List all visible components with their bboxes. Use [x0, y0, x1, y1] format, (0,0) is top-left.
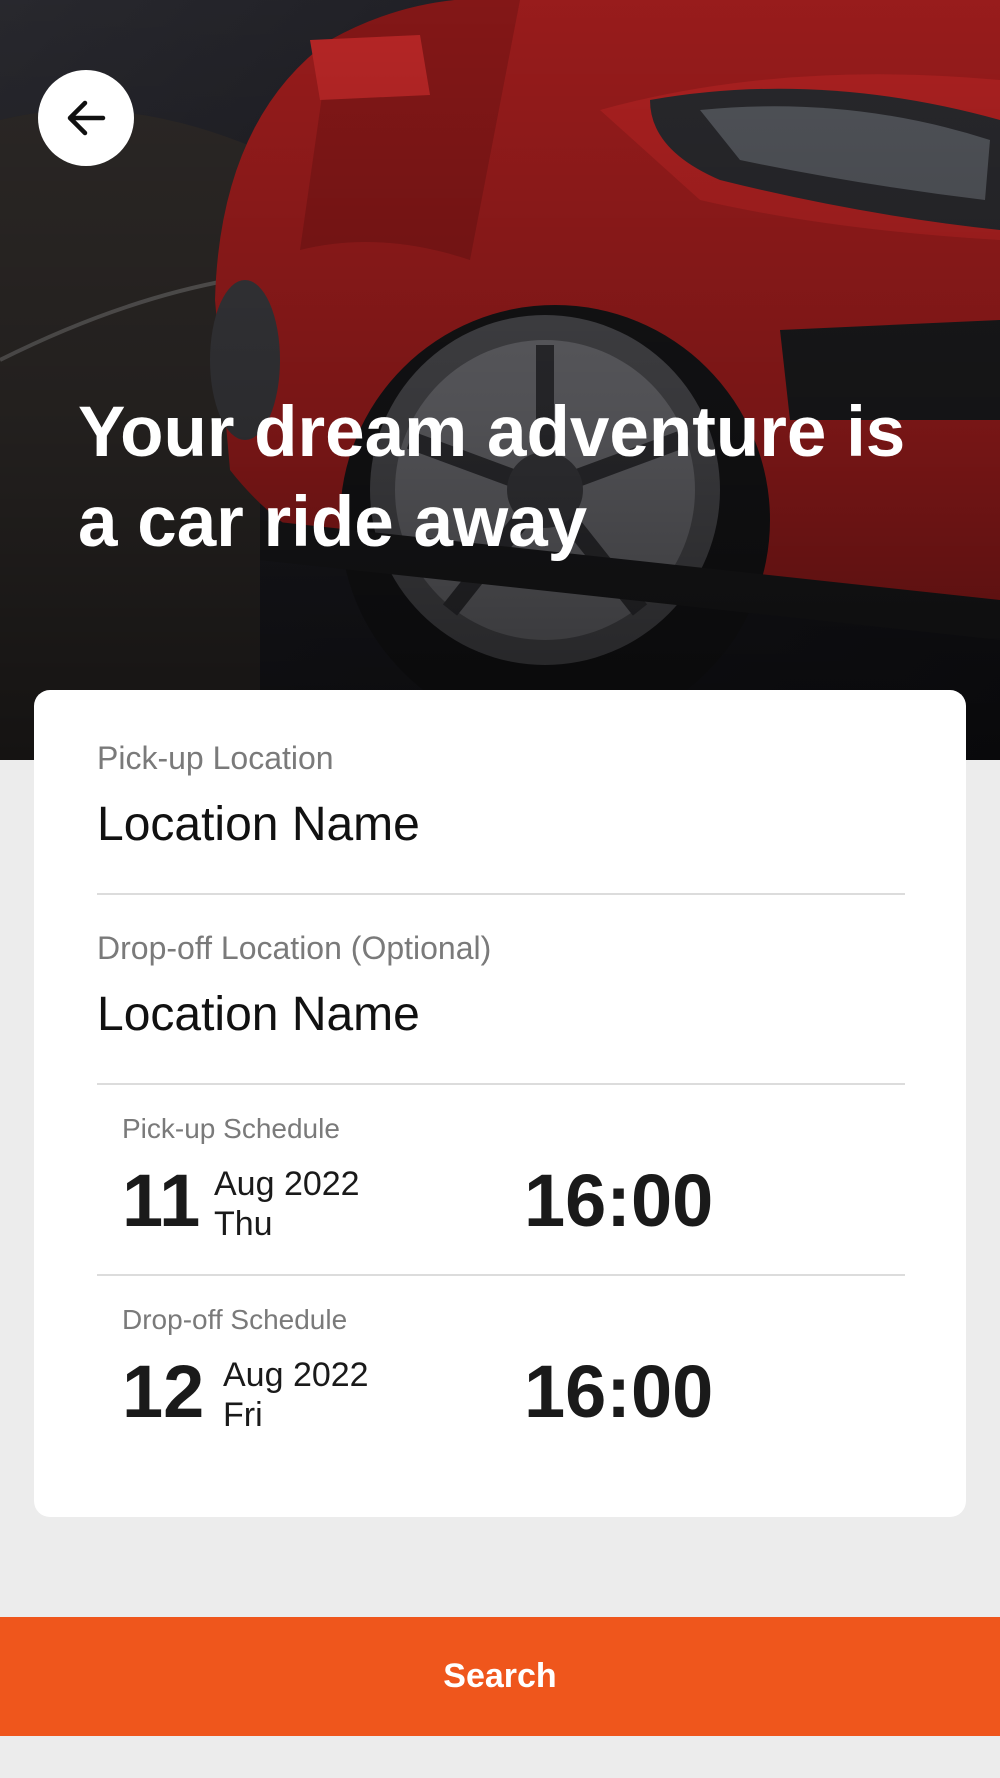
dropoff-location-label: Drop-off Location (Optional) [97, 930, 492, 966]
pickup-location-value: Location Name [97, 798, 420, 851]
dropoff-weekday: Fri [223, 1396, 263, 1434]
pickup-time[interactable]: 16:00 [524, 1161, 713, 1241]
dropoff-month-year: Aug 2022 [223, 1356, 369, 1394]
pickup-location-label: Pick-up Location [97, 740, 334, 776]
dropoff-time[interactable]: 16:00 [524, 1352, 713, 1432]
pickup-weekday: Thu [214, 1205, 273, 1243]
divider [97, 893, 905, 895]
divider [97, 1083, 905, 1085]
arrow-left-icon [67, 100, 106, 136]
dropoff-schedule-field[interactable]: Drop-off Schedule 12 Aug 2022 Fri 16:00 [122, 1304, 902, 1464]
back-button[interactable] [38, 70, 134, 166]
pickup-day: 11 [122, 1159, 201, 1242]
dropoff-day: 12 [122, 1350, 205, 1433]
pickup-schedule-field[interactable]: Pick-up Schedule 11 Aug 2022 Thu 16:00 [122, 1113, 902, 1273]
pickup-month-year: Aug 2022 [214, 1165, 360, 1203]
pickup-schedule-label: Pick-up Schedule [122, 1113, 340, 1144]
dropoff-schedule-label: Drop-off Schedule [122, 1304, 348, 1335]
booking-form-card: Pick-up Location Location Name Drop-off … [34, 690, 966, 1517]
search-button[interactable]: Search [0, 1617, 1000, 1736]
dropoff-location-field[interactable]: Drop-off Location (Optional) Location Na… [97, 930, 905, 1042]
dropoff-location-value: Location Name [97, 988, 420, 1041]
pickup-location-field[interactable]: Pick-up Location Location Name [97, 740, 905, 852]
divider [97, 1274, 905, 1276]
hero-headline: Your dream adventure is a car ride away [78, 393, 906, 562]
hero-banner: Your dream adventure is a car ride away [0, 0, 1000, 760]
